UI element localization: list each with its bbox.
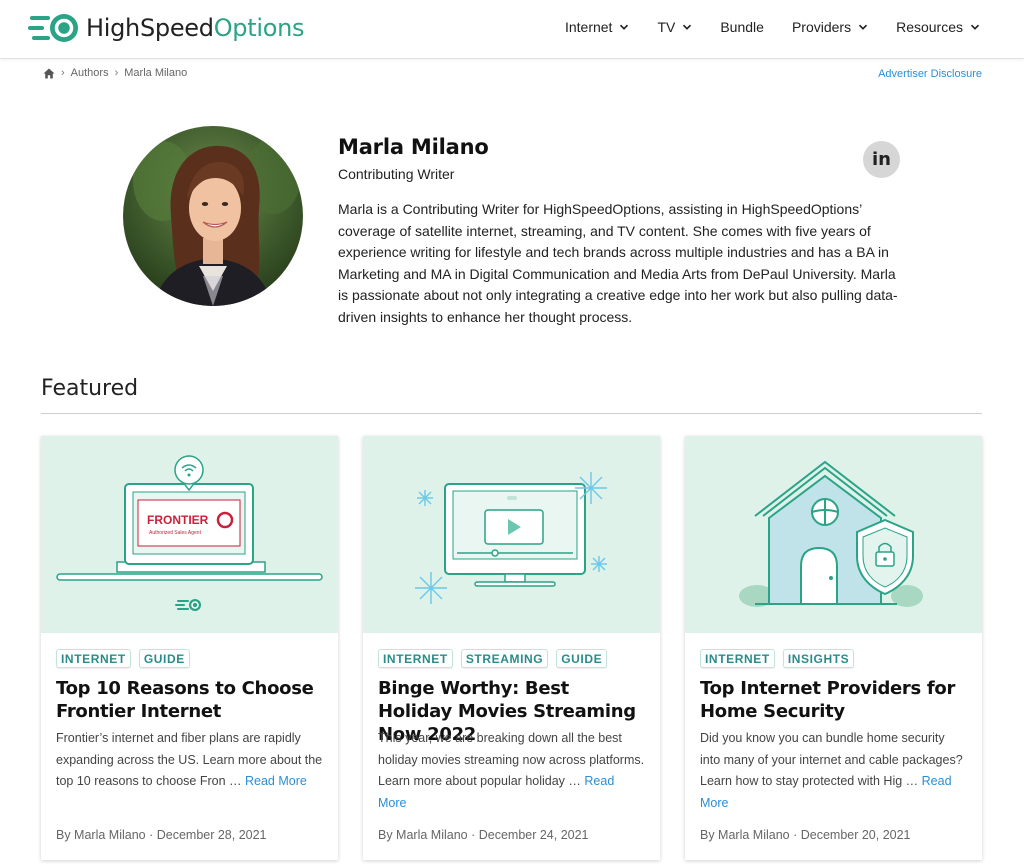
nav-item-label: Providers [791,19,852,35]
tag-internet[interactable]: INTERNET [700,649,775,668]
site-header: HighSpeedOptions Internet TV Bundle Prov… [0,0,1024,59]
chevron-down-icon [683,24,692,30]
article-card-home-security[interactable]: INTERNET INSIGHTS Top Internet Providers… [685,436,982,860]
home-security-illustration [685,436,982,633]
breadcrumb-authors[interactable]: Authors [71,67,109,79]
chevron-down-icon [858,24,868,30]
author-avatar [123,126,303,306]
logo[interactable]: HighSpeedOptions [28,10,305,46]
advertiser-disclosure-link[interactable]: Advertiser Disclosure [878,68,982,80]
article-byline: By Marla Milano · December 28, 2021 [56,828,267,842]
nav-item-bundle[interactable]: Bundle [720,19,764,35]
article-excerpt: Frontier’s internet and fiber plans are … [56,728,324,793]
article-byline: By Marla Milano · December 24, 2021 [378,828,589,842]
brand-name-part1: HighSpeed [86,14,214,42]
tag-insights[interactable]: INSIGHTS [782,649,855,668]
breadcrumb: › Authors › Marla Milano [43,67,187,79]
nav-item-label: TV [657,19,676,35]
tag-list: INTERNET GUIDE [56,649,198,668]
article-card-holiday-movies[interactable]: INTERNET STREAMING GUIDE Binge Worthy: B… [363,436,660,860]
article-byline: By Marla Milano · December 20, 2021 [700,828,911,842]
nav-item-resources[interactable]: Resources [896,19,980,35]
article-excerpt: Did you know you can bundle home securit… [700,728,968,814]
chevron-right-icon: › [114,67,119,79]
nav-item-label: Resources [896,19,963,35]
author-name: Marla Milano [338,135,489,159]
main-nav: Internet TV Bundle Providers Resources [537,0,980,54]
frontier-logo-text: FRONTIER [147,513,209,527]
breadcrumb-current: Marla Milano [124,67,188,79]
nav-item-providers[interactable]: Providers [792,19,868,35]
article-card-frontier[interactable]: FRONTIER Authorized Sales Agent INTERNET… [41,436,338,860]
brand-name-part2: Options [213,14,305,42]
tag-guide[interactable]: GUIDE [556,649,608,668]
chevron-down-icon [970,24,980,30]
article-excerpt: This year, we are breaking down all the … [378,728,646,814]
linkedin-icon[interactable]: in [863,141,900,178]
article-title[interactable]: Top Internet Providers for Home Security [700,677,970,723]
tag-internet[interactable]: INTERNET [378,649,453,668]
nav-item-label: Bundle [720,19,764,35]
frontier-laptop-illustration: FRONTIER Authorized Sales Agent [41,436,338,633]
nav-item-tv[interactable]: TV [657,19,692,35]
divider [41,413,982,414]
tag-internet[interactable]: INTERNET [56,649,131,668]
author-bio: Marla is a Contributing Writer for HighS… [338,201,898,325]
nav-item-label: Internet [564,19,613,35]
tag-list: INTERNET INSIGHTS [700,649,862,668]
author-role: Contributing Writer [338,166,455,182]
featured-heading: Featured [41,376,139,401]
tag-list: INTERNET STREAMING GUIDE [378,649,615,668]
frontier-logo-subtext: Authorized Sales Agent [149,530,202,536]
nav-item-internet[interactable]: Internet [565,19,629,35]
streaming-tv-illustration [363,436,660,633]
logo-icon [28,14,78,42]
read-more-link[interactable]: Read More [245,774,307,788]
home-icon[interactable] [43,68,55,79]
chevron-right-icon: › [61,67,65,79]
tag-streaming[interactable]: STREAMING [460,649,549,668]
tag-guide[interactable]: GUIDE [138,649,190,668]
article-title[interactable]: Top 10 Reasons to Choose Frontier Intern… [56,677,326,723]
chevron-down-icon [620,24,629,30]
